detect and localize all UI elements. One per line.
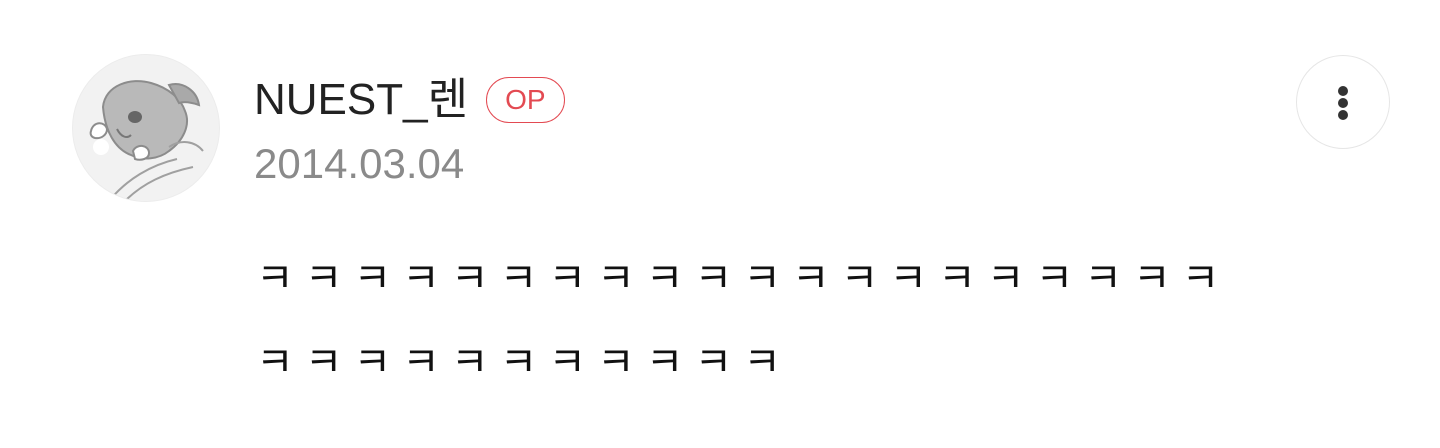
- avatar[interactable]: [72, 54, 220, 202]
- op-badge: OP: [486, 77, 565, 123]
- cartoon-dog-icon: [89, 80, 204, 201]
- author-row: NUEST_렌 OP: [254, 72, 565, 128]
- comment-body: ㅋㅋㅋㅋㅋㅋㅋㅋㅋㅋㅋㅋㅋㅋㅋㅋㅋㅋㅋㅋ ㅋㅋㅋㅋㅋㅋㅋㅋㅋㅋㅋ: [256, 254, 1231, 386]
- author-name[interactable]: NUEST_렌: [254, 72, 468, 128]
- comment-date: 2014.03.04: [254, 140, 465, 187]
- comment-item: NUEST_렌 OP 2014.03.04 ㅋㅋㅋㅋㅋㅋㅋㅋㅋㅋㅋㅋㅋㅋㅋㅋㅋㅋ…: [0, 0, 1440, 448]
- more-options-button[interactable]: [1296, 55, 1390, 149]
